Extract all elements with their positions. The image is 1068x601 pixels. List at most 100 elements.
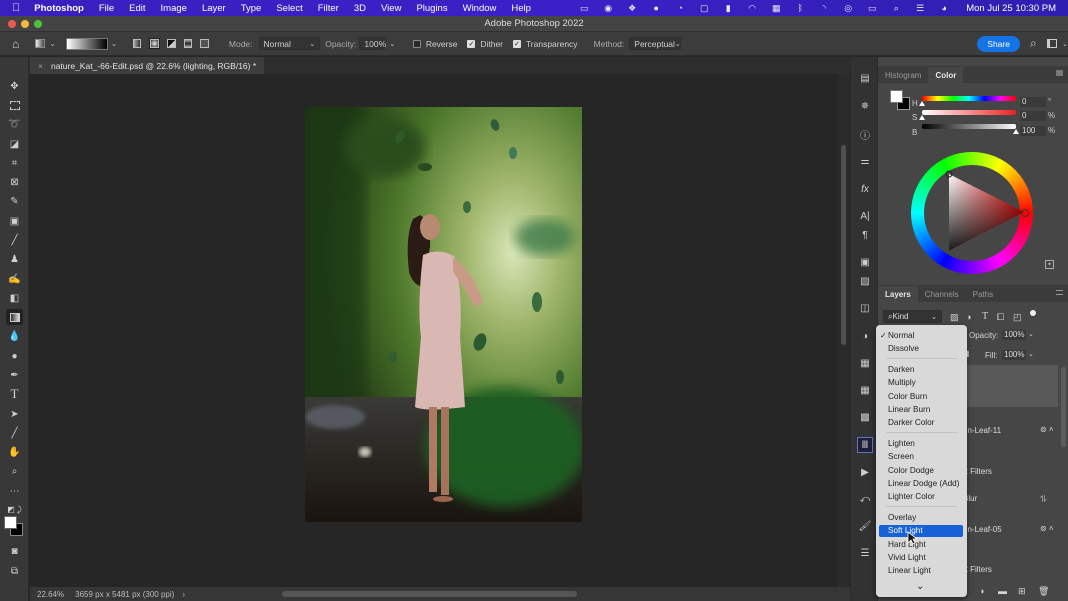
layer-name[interactable]: en-Leaf-11	[963, 426, 1001, 435]
layer-opacity-chevron-icon[interactable]: ⌄	[1028, 330, 1034, 338]
arc-icon[interactable]: ◠	[744, 3, 760, 14]
bluetooth-icon[interactable]: ᛒ	[792, 3, 808, 13]
menu-type[interactable]: Type	[241, 3, 262, 14]
zoom-tool-icon[interactable]: ⌕	[6, 463, 23, 479]
wifi-icon[interactable]: ◝	[816, 3, 832, 14]
blend-option-color-dodge[interactable]: Color Dodge	[888, 466, 934, 475]
color-wheel[interactable]	[911, 152, 1033, 274]
stamp-tool-icon[interactable]: ♟	[6, 251, 23, 267]
tab-color[interactable]: Color	[928, 67, 964, 83]
object-selection-tool-icon[interactable]: ◪	[6, 136, 23, 152]
mode-select[interactable]: Normal ⌄	[258, 37, 321, 50]
eraser-tool-icon[interactable]: ◧	[6, 290, 23, 306]
layer-name[interactable]: rt Filters	[963, 467, 992, 476]
eyedropper-tool-icon[interactable]: ✎	[6, 193, 23, 209]
blend-option-linear-light[interactable]: Linear Light	[888, 566, 931, 575]
info-icon[interactable]: ⓘ	[857, 126, 873, 142]
horizontal-scrollbar-thumb[interactable]	[282, 591, 577, 597]
brush-settings-icon[interactable]: 🖌	[857, 518, 873, 534]
menu-3d[interactable]: 3D	[354, 3, 366, 14]
blend-option-lighter-color[interactable]: Lighter Color	[888, 492, 935, 501]
dropbox-icon[interactable]: ❖	[624, 3, 640, 14]
expand-wheel-icon[interactable]: ▪	[1045, 260, 1054, 269]
blend-option-dissolve[interactable]: Dissolve	[888, 344, 919, 353]
history-brush-tool-icon[interactable]: ✍	[6, 271, 23, 287]
layer-name[interactable]: rt Filters	[963, 565, 992, 574]
layer-fill-chevron-icon[interactable]: ⌄	[1028, 350, 1034, 358]
menu-view[interactable]: View	[381, 3, 401, 14]
user-icon[interactable]: ◎	[840, 3, 856, 14]
blend-option-normal[interactable]: Normal	[888, 331, 914, 340]
notes-icon[interactable]: ▨	[857, 273, 873, 289]
delete-layer-icon[interactable]: 🗑	[1038, 586, 1049, 597]
diamond-gradient-icon[interactable]	[200, 39, 209, 48]
chevron-down-icon[interactable]: ⌄	[50, 40, 56, 48]
smart-object-link-icon[interactable]: ⊚ ˄	[1040, 524, 1054, 533]
filter-toggle-icon[interactable]	[1030, 310, 1036, 316]
blend-option-linear-burn[interactable]: Linear Burn	[888, 405, 930, 414]
airplay-icon[interactable]: ▢	[696, 3, 712, 14]
document-canvas-image[interactable]	[305, 107, 582, 522]
tab-paths[interactable]: Paths	[966, 286, 1000, 302]
gradient-picker-chevron-icon[interactable]: ⌄	[111, 40, 117, 48]
comments-icon[interactable]: ▤	[857, 70, 873, 86]
properties-icon[interactable]: ⚌	[857, 153, 873, 169]
blend-option-overlay[interactable]: Overlay	[888, 513, 916, 522]
history-icon[interactable]: ⤺	[857, 491, 873, 507]
bookmark-icon[interactable]: ▮	[720, 3, 736, 14]
blend-option-lighten[interactable]: Lighten	[888, 439, 915, 448]
dither-checkbox[interactable]: ✓	[467, 39, 476, 48]
method-select[interactable]: Perceptual ⌄	[629, 37, 682, 50]
color-foreground-swatch[interactable]	[890, 90, 903, 103]
reflected-gradient-icon[interactable]	[183, 39, 193, 48]
battery-icon[interactable]: ▭	[864, 3, 880, 14]
blend-option-darken[interactable]: Darken	[888, 365, 914, 374]
layers-scrollbar-thumb[interactable]	[1061, 367, 1066, 447]
crop-tool-icon[interactable]: ⌗	[6, 155, 23, 171]
move-tool-icon[interactable]: ✥	[6, 78, 23, 94]
maximize-window-button[interactable]	[34, 20, 42, 28]
close-tab-icon[interactable]: ×	[38, 61, 43, 71]
radial-gradient-icon[interactable]	[149, 38, 161, 49]
lasso-tool-icon[interactable]: ➰	[6, 116, 23, 132]
more-tools-icon[interactable]: ⋯	[6, 483, 23, 499]
menu-select[interactable]: Select	[276, 3, 302, 14]
paragraph-icon[interactable]: ¶	[857, 227, 873, 243]
filter-pixel-icon[interactable]: ▨	[950, 312, 959, 323]
brightness-slider-thumb[interactable]	[1013, 129, 1019, 134]
blend-option-vivid-light[interactable]: Vivid Light	[888, 553, 926, 562]
grid-icon[interactable]: ▦	[768, 3, 784, 14]
menu-image[interactable]: Image	[161, 3, 187, 14]
hue-slider-thumb[interactable]	[919, 101, 925, 106]
screen-mode-icon[interactable]: ⧉	[6, 563, 23, 579]
opacity-field[interactable]: 100%	[359, 37, 386, 50]
gradient-picker[interactable]	[65, 37, 109, 50]
blend-option-screen[interactable]: Screen	[888, 452, 914, 461]
blend-option-color-burn[interactable]: Color Burn	[888, 392, 927, 401]
brush-tool-icon[interactable]: ╱	[6, 232, 23, 248]
reverse-checkbox[interactable]	[413, 39, 421, 48]
menu-help[interactable]: Help	[511, 3, 531, 14]
zoom-level[interactable]: 22.64%	[37, 590, 64, 599]
saturation-value[interactable]: 0	[1020, 111, 1046, 121]
search-icon[interactable]: ⌕	[1030, 36, 1037, 51]
marquee-tool-icon[interactable]	[6, 97, 23, 113]
scroll-more-icon[interactable]: ⌄	[916, 581, 924, 592]
type-tool-icon[interactable]: T	[6, 386, 23, 402]
menu-layer[interactable]: Layer	[202, 3, 226, 14]
tab-histogram[interactable]: Histogram	[878, 67, 928, 83]
tab-channels[interactable]: Channels	[918, 286, 966, 302]
navigator-icon[interactable]: ✵	[857, 98, 873, 114]
workspace-chevron-icon[interactable]: ⌄	[1062, 40, 1068, 48]
layers-panel-menu-icon[interactable]	[1056, 290, 1063, 295]
brightness-slider[interactable]	[922, 124, 1016, 129]
filter-shape-icon[interactable]: ⧠	[997, 312, 1004, 323]
menu-file[interactable]: File	[99, 3, 114, 14]
layer-name[interactable]: en-Leaf-05	[963, 525, 1002, 534]
path-selection-tool-icon[interactable]: ➤	[6, 406, 23, 422]
gradient-tool-icon[interactable]	[6, 309, 23, 325]
adjustments-icon[interactable]: ◑	[857, 328, 873, 344]
apple-menu-icon[interactable]: 	[12, 2, 20, 14]
menu-filter[interactable]: Filter	[318, 3, 339, 14]
transparency-checkbox[interactable]: ✓	[513, 39, 521, 48]
